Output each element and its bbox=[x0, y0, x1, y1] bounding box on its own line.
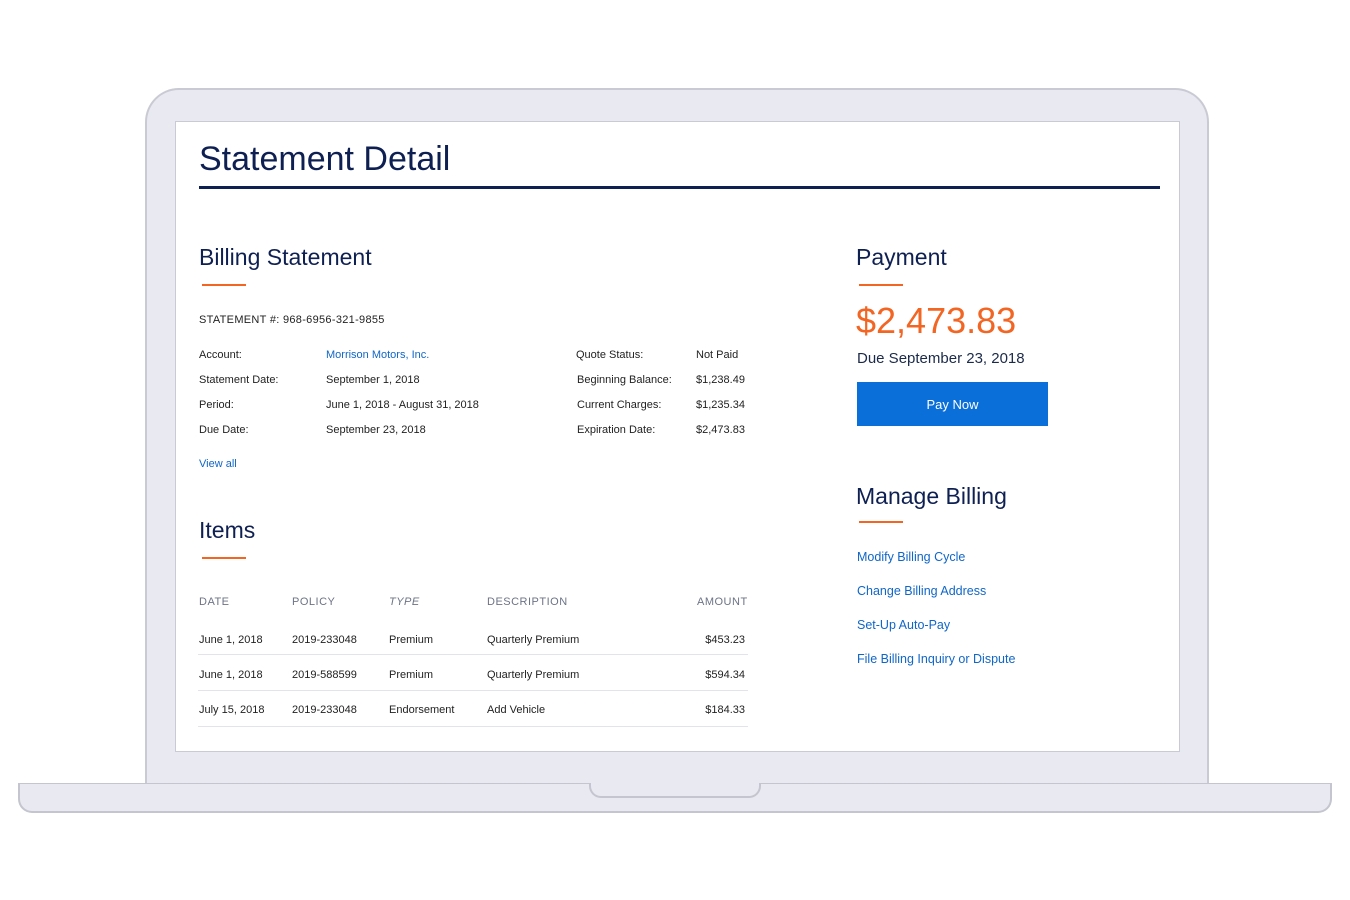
expiration-date-value: $2,473.83 bbox=[696, 424, 745, 436]
column-header-type: TYPE bbox=[389, 596, 420, 608]
pay-now-button[interactable]: Pay Now bbox=[857, 382, 1048, 426]
row-2-description: Quarterly Premium bbox=[487, 669, 580, 681]
statement-date-value: September 1, 2018 bbox=[326, 374, 420, 386]
modify-billing-cycle-link[interactable]: Modify Billing Cycle bbox=[857, 550, 965, 564]
screen: Statement Detail Billing Statement STATE… bbox=[175, 121, 1180, 752]
row-2-policy: 2019-588599 bbox=[292, 669, 357, 681]
change-billing-address-link[interactable]: Change Billing Address bbox=[857, 584, 986, 598]
set-up-auto-pay-link[interactable]: Set-Up Auto-Pay bbox=[857, 618, 950, 632]
account-link[interactable]: Morrison Motors, Inc. bbox=[326, 349, 429, 361]
due-date-value: September 23, 2018 bbox=[326, 424, 426, 436]
row-3-policy: 2019-233048 bbox=[292, 704, 357, 716]
file-billing-inquiry-link[interactable]: File Billing Inquiry or Dispute bbox=[857, 652, 1015, 666]
due-date-label: Due Date: bbox=[199, 424, 249, 436]
quote-status-value: Not Paid bbox=[696, 349, 739, 361]
row-3-description: Add Vehicle bbox=[487, 704, 546, 716]
view-all-link[interactable]: View all bbox=[199, 458, 237, 470]
row-2-amount: $594.34 bbox=[705, 669, 745, 681]
column-header-amount: AMOUNT bbox=[697, 596, 748, 608]
manage-billing-heading: Manage Billing bbox=[856, 483, 1007, 509]
billing-heading: Billing Statement bbox=[199, 244, 372, 270]
row-1-amount: $453.23 bbox=[705, 634, 745, 646]
period-value: June 1, 2018 - August 31, 2018 bbox=[326, 399, 479, 411]
statement-number: STATEMENT #: 968-6956-321-9855 bbox=[199, 314, 385, 326]
row-2-date: June 1, 2018 bbox=[199, 669, 263, 681]
expiration-date-label: Expiration Date: bbox=[577, 424, 656, 436]
page-title: Statement Detail bbox=[199, 140, 451, 178]
column-header-description: DESCRIPTION bbox=[487, 596, 568, 608]
row-divider bbox=[198, 690, 748, 691]
items-accent bbox=[202, 557, 246, 559]
payment-due-date: Due September 23, 2018 bbox=[857, 350, 1025, 367]
row-1-policy: 2019-233048 bbox=[292, 634, 357, 646]
row-divider bbox=[198, 654, 748, 655]
title-divider bbox=[199, 186, 1160, 189]
row-1-type: Premium bbox=[389, 634, 434, 646]
current-charges-value: $1,235.34 bbox=[696, 399, 745, 411]
beginning-balance-value: $1,238.49 bbox=[696, 374, 745, 386]
period-label: Period: bbox=[199, 399, 234, 411]
column-header-date: DATE bbox=[199, 596, 230, 608]
quote-status-label: Quote Status: bbox=[576, 349, 644, 361]
row-1-date: June 1, 2018 bbox=[199, 634, 263, 646]
payment-amount: $2,473.83 bbox=[856, 300, 1017, 341]
row-3-type: Endorsement bbox=[389, 704, 455, 716]
payment-accent bbox=[859, 284, 903, 286]
row-1-description: Quarterly Premium bbox=[487, 634, 580, 646]
row-3-amount: $184.33 bbox=[705, 704, 745, 716]
current-charges-label: Current Charges: bbox=[577, 399, 662, 411]
laptop-notch bbox=[589, 783, 761, 798]
manage-billing-accent bbox=[859, 521, 903, 523]
row-divider bbox=[198, 726, 748, 727]
column-header-policy: POLICY bbox=[292, 596, 336, 608]
payment-heading: Payment bbox=[856, 244, 947, 270]
items-heading: Items bbox=[199, 517, 256, 543]
row-2-type: Premium bbox=[389, 669, 434, 681]
row-3-date: July 15, 2018 bbox=[199, 704, 265, 716]
billing-accent bbox=[202, 284, 246, 286]
statement-date-label: Statement Date: bbox=[199, 374, 279, 386]
account-label: Account: bbox=[199, 349, 242, 361]
beginning-balance-label: Beginning Balance: bbox=[577, 374, 672, 386]
